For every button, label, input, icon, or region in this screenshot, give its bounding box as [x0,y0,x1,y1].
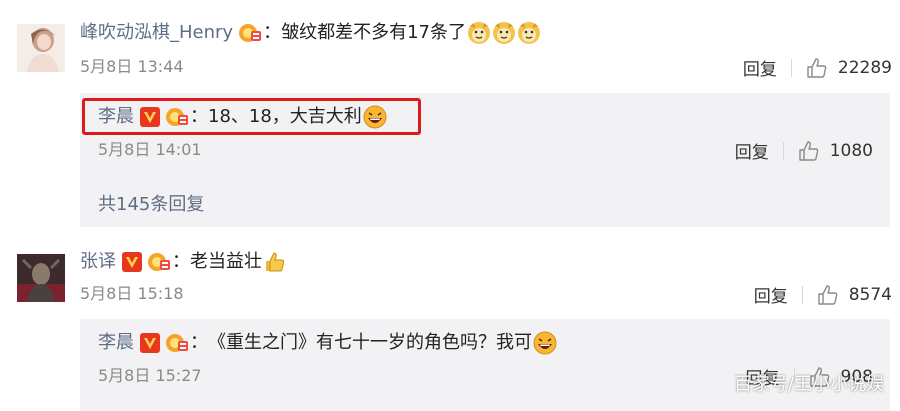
reply-actions: 回复 1080 [735,138,873,164]
like-count: 22289 [837,57,892,78]
reply-time: 5月8日 15:27 [98,366,202,385]
sub-reply-box: 李晨 ： 《重生之门》有七十一岁的角色吗？我可 5月8日 15:27 回复 90… [80,319,890,411]
doge-emoji-icon [467,21,491,45]
verified-v-badge-icon [140,333,160,353]
username-link[interactable]: 峰吹动泓棋_Henry [80,21,233,45]
verified-v-badge-icon [122,252,142,272]
like-count: 8574 [848,284,892,305]
reply-button[interactable]: 回复 [735,138,769,163]
colon: ： [263,22,282,43]
divider [790,58,792,77]
vip-crown-badge-icon [146,250,172,274]
comment-line: 峰吹动泓棋_Henry ： 皱纹都差不多有17条了 [80,21,541,45]
thumbs-up-emoji-icon [263,250,287,274]
thumbs-up-outline-icon[interactable] [806,57,828,79]
divider [782,141,784,160]
reply-button[interactable]: 回复 [743,55,777,80]
more-replies-link[interactable]: 共145条回复 [98,190,204,216]
doge-emoji-icon [492,21,516,45]
thumbs-up-outline-icon[interactable] [817,284,839,306]
username-link[interactable]: 李晨 [98,331,134,355]
divider [801,285,803,304]
colon: ： [172,251,190,272]
avatar[interactable] [17,254,65,302]
reply-text: 《重生之门》有七十一岁的角色吗？我可 [208,332,532,353]
laughing-emoji-icon [533,331,557,355]
watermark: 百家号/王小小说娱 [733,374,884,395]
reply-time: 5月8日 14:01 [98,140,202,159]
vip-crown-badge-icon [164,331,190,355]
sub-reply-line: 李晨 ： 《重生之门》有七十一岁的角色吗？我可 [98,331,557,355]
comment-time: 5月8日 13:44 [80,57,184,76]
vip-crown-badge-icon [237,21,263,45]
comment-line: 张译 ： 老当益壮 [80,250,287,274]
reply-button[interactable]: 回复 [754,282,788,307]
comment-text: 老当益壮 [190,251,262,272]
highlight-box [82,98,421,135]
comment-actions: 回复 8574 [754,282,892,308]
thumbs-up-outline-icon[interactable] [798,140,820,162]
username-link[interactable]: 张译 [80,250,116,274]
colon: ： [190,332,208,353]
like-count: 1080 [829,140,873,161]
avatar[interactable] [17,24,65,72]
comment-time: 5月8日 15:18 [80,284,184,303]
doge-emoji-icon [517,21,541,45]
comment-actions: 回复 22289 [743,55,892,81]
comment-text: 皱纹都差不多有17条了 [281,22,466,43]
